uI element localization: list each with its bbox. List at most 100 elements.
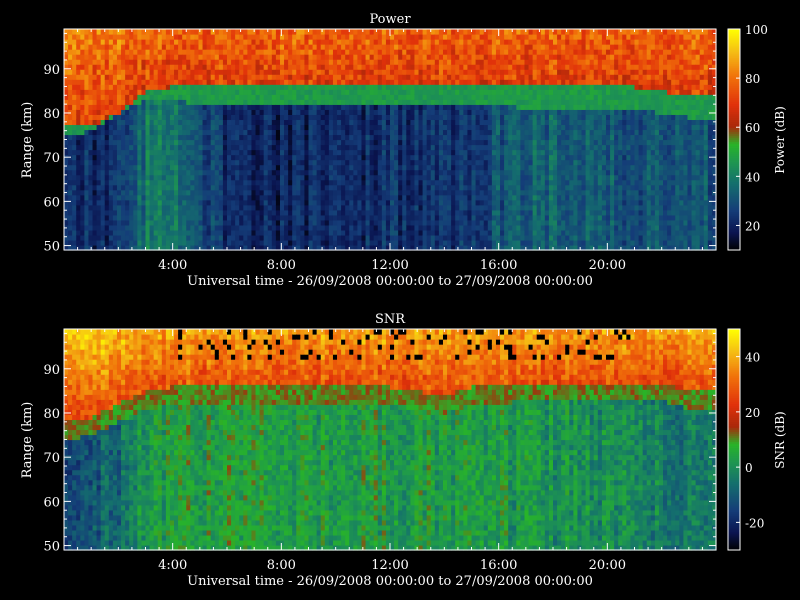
heatmap-cell (165, 174, 171, 181)
heatmap-cell (520, 84, 526, 90)
heatmap-cell (112, 164, 118, 171)
heatmap-cell (129, 54, 134, 60)
heatmap-cell (459, 144, 464, 151)
heatmap-cell (300, 219, 306, 226)
heatmap-cell (96, 139, 102, 146)
heatmap-cell (463, 204, 469, 211)
heatmap-cell (479, 199, 485, 206)
heatmap-cell (279, 119, 285, 126)
heatmap-cell (80, 209, 85, 216)
heatmap-cell (222, 49, 228, 55)
heatmap-cell (288, 189, 293, 196)
heatmap-cell (218, 59, 224, 65)
heatmap-cell (414, 34, 420, 40)
heatmap-cell (227, 54, 232, 60)
heatmap-cell (495, 234, 501, 241)
heatmap-cell (475, 174, 481, 181)
heatmap-cell (471, 109, 477, 115)
heatmap-cell (369, 84, 375, 90)
heatmap-cell (381, 224, 387, 231)
heatmap-cell (451, 174, 456, 181)
heatmap-cell (398, 224, 403, 231)
heatmap-cell (218, 204, 224, 211)
heatmap-cell (451, 219, 456, 226)
heatmap-cell (218, 129, 224, 136)
heatmap-cell (483, 139, 489, 146)
heatmap-cell (125, 74, 130, 80)
heatmap-cell (255, 99, 261, 105)
heatmap-cell (341, 64, 346, 70)
heatmap-cell (504, 94, 509, 100)
heatmap-cell (239, 184, 244, 191)
heatmap-cell (72, 109, 77, 115)
heatmap-cell (402, 39, 407, 45)
heatmap-cell (491, 149, 497, 156)
heatmap-cell (194, 34, 200, 40)
heatmap-cell (312, 139, 318, 146)
heatmap-cell (357, 134, 363, 141)
heatmap-cell (186, 179, 191, 186)
heatmap-cell (353, 114, 358, 121)
heatmap-cell (88, 124, 94, 131)
heatmap-cell (394, 174, 399, 181)
heatmap-cell (165, 89, 171, 95)
heatmap-cell (320, 184, 326, 191)
heatmap-cell (479, 184, 485, 191)
heatmap-cell (186, 89, 191, 95)
heatmap-cell (149, 69, 155, 75)
heatmap-cell (190, 144, 195, 151)
heatmap-cell (434, 219, 440, 226)
heatmap-cell (84, 199, 90, 206)
heatmap-cell (288, 124, 293, 131)
heatmap-cell (328, 134, 334, 141)
heatmap-cell (337, 54, 342, 60)
heatmap-cell (316, 174, 322, 181)
heatmap-cell (194, 134, 200, 141)
heatmap-cell (455, 189, 460, 196)
heatmap-cell (349, 234, 354, 241)
heatmap-cell (169, 44, 175, 50)
heatmap-cell (422, 164, 428, 171)
heatmap-cell (316, 184, 322, 191)
heatmap-cell (104, 74, 110, 80)
heatmap-cell (190, 114, 195, 121)
heatmap-cell (512, 199, 517, 206)
heatmap-cell (121, 69, 126, 75)
heatmap-cell (116, 84, 122, 90)
heatmap-cell (255, 144, 261, 151)
heatmap-cell (308, 54, 314, 60)
heatmap-cell (524, 139, 530, 146)
heatmap-cell (296, 184, 301, 191)
heatmap-cell (255, 229, 261, 236)
heatmap-cell (381, 129, 387, 136)
heatmap-cell (312, 169, 318, 176)
heatmap-cell (210, 109, 216, 115)
heatmap-cell (149, 39, 155, 45)
heatmap-cell (202, 59, 208, 65)
heatmap-cell (218, 134, 224, 141)
heatmap-cell (129, 204, 134, 211)
heatmap-cell (300, 114, 306, 121)
heatmap-cell (112, 194, 118, 201)
heatmap-cell (451, 224, 456, 231)
heatmap-cell (210, 129, 216, 136)
heatmap-cell (72, 149, 77, 156)
heatmap-cell (332, 69, 338, 75)
heatmap-cell (157, 164, 163, 171)
heatmap-cell (279, 59, 285, 65)
heatmap-cell (263, 189, 269, 196)
heatmap-cell (271, 179, 277, 186)
heatmap-cell (504, 169, 509, 176)
heatmap-cell (442, 29, 448, 35)
heatmap-cell (141, 204, 147, 211)
heatmap-cell (487, 29, 493, 35)
heatmap-cell (235, 134, 240, 141)
heatmap-cell (500, 164, 505, 171)
heatmap-cell (255, 184, 261, 191)
heatmap-cell (222, 59, 228, 65)
heatmap-cell (483, 54, 489, 60)
heatmap-cell (259, 114, 265, 121)
heatmap-cell (129, 239, 134, 246)
heatmap-cell (377, 89, 383, 95)
heatmap-cell (483, 109, 489, 115)
